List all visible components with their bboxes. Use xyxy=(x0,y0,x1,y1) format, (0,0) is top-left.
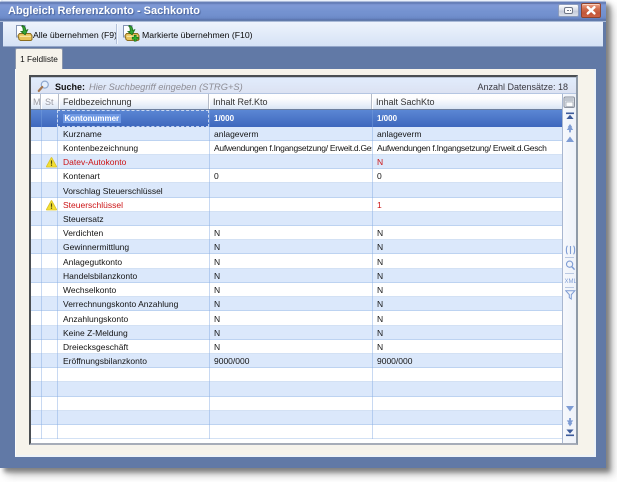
svg-text:XML: XML xyxy=(565,279,577,284)
